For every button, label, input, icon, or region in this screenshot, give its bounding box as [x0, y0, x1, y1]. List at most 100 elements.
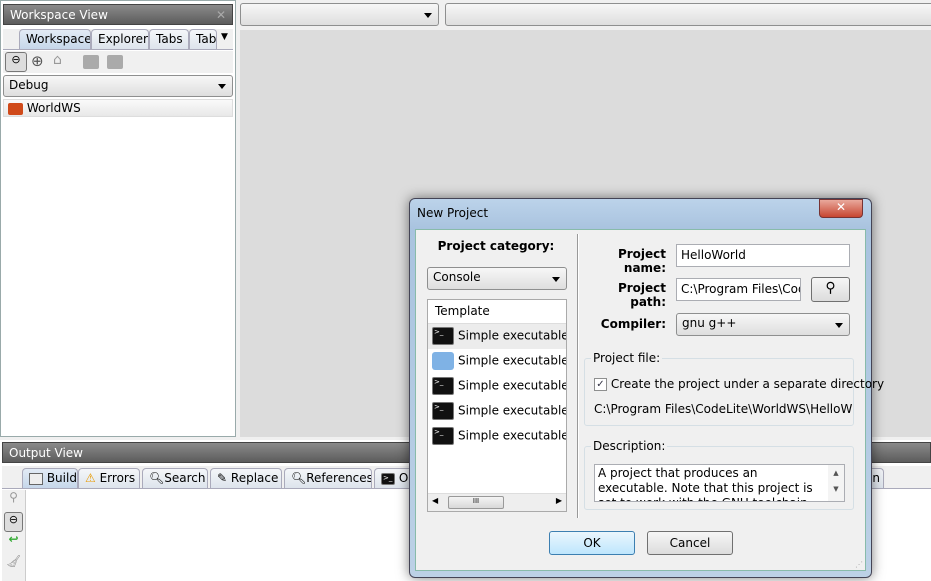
splitter[interactable]	[577, 234, 579, 518]
tab-tabs[interactable]: Tabs	[149, 29, 189, 49]
config-value: Debug	[9, 78, 49, 92]
horizontal-scrollbar[interactable]: ◀ III ▶	[428, 493, 566, 511]
build-config-select[interactable]: Debug	[3, 75, 233, 97]
link-editor-icon[interactable]: ⊖	[5, 52, 27, 72]
dialog-body: Project category: Console Template Simpl…	[415, 229, 884, 571]
close-button[interactable]: ✕	[819, 199, 863, 218]
terminal-icon	[432, 427, 454, 445]
project-file-group: Project file: ✓ Create the project under…	[584, 351, 884, 426]
separate-dir-checkbox-row[interactable]: ✓ Create the project under a separate di…	[594, 377, 884, 391]
folder-settings-icon[interactable]	[83, 55, 99, 69]
tree-item[interactable]: WorldWS	[3, 99, 233, 117]
dialog-title: New Project	[417, 206, 489, 220]
template-label: Simple executable (M	[458, 428, 567, 443]
tab-label: Build	[46, 471, 77, 485]
close-icon[interactable]: ✕	[216, 8, 226, 22]
editor-navigation-select[interactable]	[240, 3, 439, 26]
tab-menu-icon[interactable]: ▼	[221, 32, 228, 42]
compiler-label: Compiler:	[600, 317, 666, 331]
tab-label: Search	[164, 471, 206, 485]
project-path-input[interactable]: C:\Program Files\CodeLite\WorldWS	[676, 278, 801, 301]
scrollbar-thumb[interactable]: III	[448, 496, 504, 509]
cancel-button[interactable]: Cancel	[647, 531, 733, 555]
folder-settings-icon[interactable]	[107, 55, 123, 69]
tab-build[interactable]: Build	[22, 468, 78, 488]
resize-grip-icon[interactable]: ⋰	[855, 560, 863, 569]
group-label: Description:	[591, 439, 668, 453]
ok-button[interactable]: OK	[549, 531, 635, 555]
template-list-item[interactable]: Simple executable (g	[428, 324, 566, 349]
home-icon[interactable]: ⌂	[53, 52, 62, 68]
clear-broom-icon[interactable]: 🧹︎	[2, 554, 25, 576]
tab-replace[interactable]: ✎ Replace	[210, 468, 282, 488]
separate-dir-label: Create the project under a separate dire…	[610, 377, 885, 391]
build-icon	[29, 472, 43, 485]
scroll-right-icon[interactable]: ▶	[556, 496, 562, 505]
description-textarea[interactable]: A project that produces an executable. N…	[594, 464, 845, 502]
workspace-view-title: Workspace View ✕	[3, 4, 233, 25]
close-icon: ✕	[835, 200, 847, 214]
add-icon[interactable]: ⊕	[31, 52, 44, 70]
project-path-label: Project path:	[617, 281, 666, 309]
template-label: Simple executable (g	[458, 403, 567, 418]
workspace-toolbar: ⊖ ⊕ ⌂	[3, 51, 233, 73]
search-icon: 🔍︎	[291, 471, 307, 485]
scroll-left-icon[interactable]: ◀	[432, 496, 438, 505]
tab-label: Replace	[230, 471, 279, 485]
terminal-icon	[432, 402, 454, 420]
tab-errors[interactable]: ⚠ Errors	[78, 468, 140, 488]
separate-dir-checkbox[interactable]: ✓	[594, 378, 607, 391]
project-name-input[interactable]: HelloWorld	[676, 244, 850, 267]
scroll-down-icon[interactable]: ▼	[828, 481, 844, 497]
full-project-path: C:\Program Files\CodeLite\WorldWS\HelloW…	[594, 402, 852, 416]
template-list-item[interactable]: Simple executable (g	[428, 399, 566, 424]
template-label: Simple executable (g	[458, 328, 567, 343]
workspace-view-panel: Workspace View ✕ Workspace Explorer Tabs …	[0, 0, 236, 437]
template-list-item[interactable]: Simple executable (M	[428, 424, 566, 449]
warning-icon: ⚠	[85, 471, 96, 485]
new-project-dialog: New Project ✕ Project category: Console …	[409, 198, 884, 578]
tab-references[interactable]: 🔍︎References	[284, 468, 372, 488]
panel-title: Workspace View	[10, 8, 108, 22]
output-toolbar: ⚲ ⊖ ↩ 🧹︎	[2, 490, 26, 581]
template-list: Template Simple executable (g Simple exec…	[427, 299, 567, 512]
replace-icon: ✎	[217, 471, 228, 485]
tab-output[interactable]: O	[374, 468, 414, 488]
template-label: Simple executable (C	[458, 353, 567, 368]
template-label: Simple executable (w	[458, 378, 567, 393]
hammer-icon	[432, 352, 454, 370]
browse-button[interactable]: ⚲	[811, 277, 850, 302]
tab-explorer[interactable]: Explorer	[91, 29, 149, 49]
template-list-item[interactable]: Simple executable (w	[428, 374, 566, 399]
tree-item-label: WorldWS	[26, 101, 81, 115]
category-select[interactable]: Console	[427, 267, 567, 290]
terminal-icon	[432, 377, 454, 395]
chevron-down-icon	[218, 84, 226, 89]
tab-label: O	[398, 471, 409, 485]
search-icon: 🔍︎	[149, 471, 165, 485]
workspace-tabs: Workspace Explorer Tabs Tab ▼	[3, 29, 233, 50]
tab-label: Errors	[99, 471, 136, 485]
category-label: Project category:	[437, 239, 555, 253]
tab-search[interactable]: 🔍︎Search	[142, 468, 208, 488]
group-label: Project file:	[591, 351, 663, 365]
terminal-icon	[432, 327, 454, 345]
scroll-up-icon[interactable]: ▲	[828, 465, 844, 481]
word-wrap-icon[interactable]: ↩	[2, 532, 25, 554]
vertical-scrollbar[interactable]: ▲ ▼	[828, 465, 844, 501]
tab-workspace[interactable]: Workspace	[19, 29, 91, 49]
chevron-down-icon	[424, 12, 432, 18]
template-list-item[interactable]: Simple executable (C	[428, 349, 566, 374]
panel-title: Output View	[9, 446, 83, 460]
tab-tab[interactable]: Tab	[189, 29, 217, 49]
compiler-select[interactable]: gnu g++	[676, 313, 850, 336]
terminal-icon	[381, 472, 395, 485]
compiler-value: gnu g++	[682, 316, 737, 330]
chevron-down-icon	[552, 276, 560, 282]
category-value: Console	[433, 270, 481, 284]
pin-icon[interactable]: ⚲	[2, 490, 25, 512]
workspace-folder-icon	[8, 102, 23, 115]
template-column-header[interactable]: Template	[428, 300, 566, 324]
editor-function-select[interactable]	[445, 3, 931, 26]
link-icon[interactable]: ⊖	[4, 512, 23, 532]
